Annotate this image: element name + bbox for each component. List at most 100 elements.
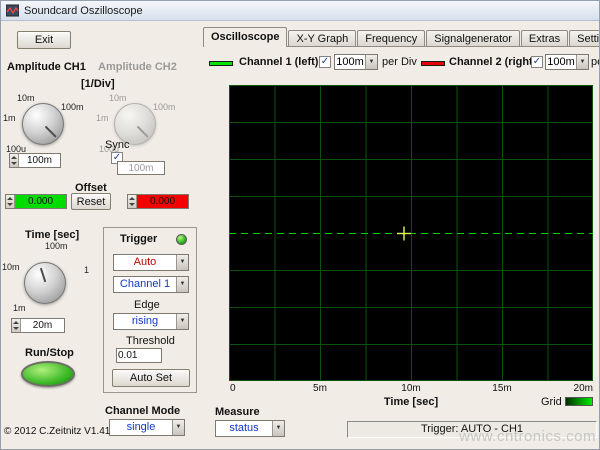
ch1-scale-dropdown[interactable]: 100m ▼ xyxy=(334,54,378,70)
amp-ch1-knob[interactable] xyxy=(22,103,64,145)
ch2-legend-label: Channel 2 (right) xyxy=(449,56,536,68)
title-bar[interactable]: Soundcard Oszilloscope xyxy=(1,1,599,21)
ch1-color-swatch xyxy=(209,61,233,66)
amp-ch1-spinner[interactable] xyxy=(10,154,19,167)
time-tick-1m: 1m xyxy=(13,303,26,313)
ch1-visible-checkbox[interactable]: ✓ xyxy=(319,56,331,68)
amp-ch1-tick-100m: 100m xyxy=(61,102,84,112)
trigger-edge-label: Edge xyxy=(134,299,160,311)
time-tick-1: 1 xyxy=(84,265,89,275)
measure-value: status xyxy=(216,421,272,436)
trigger-edge-dropdown[interactable]: rising ▼ xyxy=(113,313,189,330)
dropdown-arrow-icon[interactable]: ▼ xyxy=(176,314,188,329)
dropdown-arrow-icon[interactable]: ▼ xyxy=(272,421,284,436)
measure-dropdown[interactable]: status ▼ xyxy=(215,420,285,437)
x-tick-20m: 20m xyxy=(574,383,593,394)
amp-ch2-tick-10m: 10m xyxy=(109,93,127,103)
watermark-text: www.cntronics.com xyxy=(459,428,596,445)
amp-ch2-tick-1m: 1m xyxy=(96,113,109,123)
tab-frequency[interactable]: Frequency xyxy=(357,30,425,47)
run-stop-button[interactable] xyxy=(21,361,75,387)
amplitude-ch2-label: Amplitude CH2 xyxy=(98,61,177,73)
channel-mode-label: Channel Mode xyxy=(105,405,180,417)
grid-intensity-slider[interactable] xyxy=(565,397,593,406)
trigger-led xyxy=(176,234,187,245)
offset-ch1-spinner[interactable] xyxy=(6,195,15,208)
tab-extras[interactable]: Extras xyxy=(521,30,568,47)
trigger-threshold-label: Threshold xyxy=(126,335,175,347)
copyright-text: © 2012 C.Zeitnitz V1.41 xyxy=(4,426,110,437)
dropdown-arrow-icon[interactable]: ▼ xyxy=(365,55,377,69)
offset-ch2-spinner[interactable] xyxy=(128,195,137,208)
time-spinner[interactable] xyxy=(12,319,21,332)
tab-xy-graph[interactable]: X-Y Graph xyxy=(288,30,356,47)
window-title: Soundcard Oszilloscope xyxy=(24,5,143,17)
offset-ch1-field[interactable] xyxy=(5,194,67,209)
time-label: Time [sec] xyxy=(25,229,79,241)
amp-ch2-tick-100m: 100m xyxy=(153,102,176,112)
time-value-input[interactable] xyxy=(21,319,64,332)
ch2-color-swatch xyxy=(421,61,445,66)
amp-ch1-tick-1m: 1m xyxy=(3,113,16,123)
channel-mode-dropdown[interactable]: single ▼ xyxy=(109,419,185,436)
dropdown-arrow-icon[interactable]: ▼ xyxy=(576,55,588,69)
amp-ch1-value-field[interactable] xyxy=(9,153,61,168)
dropdown-arrow-icon[interactable]: ▼ xyxy=(172,420,184,435)
time-tick-100m: 100m xyxy=(45,241,68,251)
x-axis-label: Time [sec] xyxy=(384,396,438,408)
trigger-threshold-field[interactable] xyxy=(116,348,162,363)
ch1-legend-label: Channel 1 (left) xyxy=(239,56,318,68)
amp-ch1-knob-pointer xyxy=(45,126,57,138)
offset-ch1-input[interactable] xyxy=(15,195,66,208)
grid-label: Grid xyxy=(541,396,562,408)
amp-ch2-value-field xyxy=(117,161,165,175)
trigger-source-dropdown[interactable]: Channel 1 ▼ xyxy=(113,276,189,293)
time-knob[interactable] xyxy=(24,262,66,304)
trigger-edge-value: rising xyxy=(114,314,176,329)
exit-button[interactable]: Exit xyxy=(17,31,71,49)
trigger-group: Trigger Auto ▼ Channel 1 ▼ Edge rising ▼… xyxy=(103,227,197,393)
amplitude-ch1-label: Amplitude CH1 xyxy=(7,61,86,73)
scope-grid xyxy=(229,85,593,381)
tab-settings[interactable]: Settings xyxy=(569,30,600,47)
per-div-unit-label: [1/Div] xyxy=(81,78,115,90)
x-tick-5m: 5m xyxy=(313,383,327,394)
offset-ch2-input[interactable] xyxy=(137,195,188,208)
ch2-visible-checkbox[interactable]: ✓ xyxy=(531,56,543,68)
trigger-threshold-input[interactable] xyxy=(117,349,161,362)
ch2-scale-value: 100m xyxy=(546,55,576,69)
ch1-scale-value: 100m xyxy=(335,55,365,69)
ch1-per-div-label: per Div xyxy=(382,56,417,68)
time-value-field[interactable] xyxy=(11,318,65,333)
channel-mode-value: single xyxy=(110,420,172,435)
auto-set-button[interactable]: Auto Set xyxy=(112,369,190,387)
dropdown-arrow-icon[interactable]: ▼ xyxy=(176,277,188,292)
x-tick-0: 0 xyxy=(230,383,236,394)
ch2-per-div-label: per Div xyxy=(591,56,600,68)
scope-display[interactable] xyxy=(229,85,593,381)
tab-signalgenerator[interactable]: Signalgenerator xyxy=(426,30,520,47)
trigger-mode-value: Auto xyxy=(114,255,176,270)
app-window: Soundcard Oszilloscope Exit Amplitude CH… xyxy=(0,0,600,450)
x-tick-10m: 10m xyxy=(401,383,420,394)
offset-reset-button[interactable]: Reset xyxy=(71,193,111,210)
sync-label: Sync xyxy=(105,139,129,151)
amp-ch1-value-input[interactable] xyxy=(19,154,60,167)
run-stop-label: Run/Stop xyxy=(25,347,74,359)
measure-label: Measure xyxy=(215,406,260,418)
tab-oscilloscope[interactable]: Oscilloscope xyxy=(203,27,287,47)
dropdown-arrow-icon[interactable]: ▼ xyxy=(176,255,188,270)
trigger-title: Trigger xyxy=(120,233,157,245)
trigger-source-value: Channel 1 xyxy=(114,277,176,292)
trigger-mode-dropdown[interactable]: Auto ▼ xyxy=(113,254,189,271)
amp-ch2-knob-pointer xyxy=(137,126,149,138)
ch2-scale-dropdown[interactable]: 100m ▼ xyxy=(545,54,589,70)
tab-bar: Oscilloscope X-Y Graph Frequency Signalg… xyxy=(203,27,600,47)
app-icon xyxy=(6,4,19,17)
amp-ch1-tick-10m: 10m xyxy=(17,93,35,103)
offset-ch2-field[interactable] xyxy=(127,194,189,209)
amp-ch2-value-input xyxy=(118,162,164,174)
trigger-cursor xyxy=(397,227,411,241)
time-knob-pointer xyxy=(40,268,47,283)
time-tick-10m: 10m xyxy=(2,262,20,272)
